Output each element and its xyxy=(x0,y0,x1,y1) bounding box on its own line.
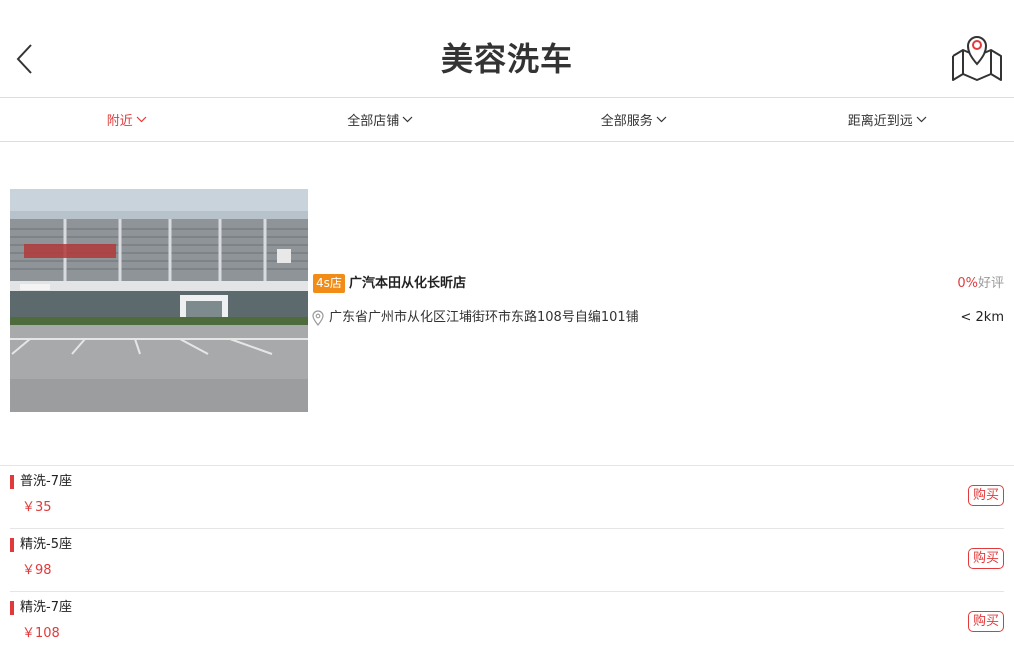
service-name: 精洗-5座 xyxy=(20,536,72,554)
chevron-down-icon xyxy=(402,116,413,123)
service-list: 普洗-7座 ￥35 购买 精洗-5座 ￥98 购买 精洗-7座 ￥108 购买 xyxy=(0,466,1014,654)
filter-all-services-label: 全部服务 xyxy=(601,110,653,129)
service-marker xyxy=(10,601,14,615)
service-price: ￥108 xyxy=(22,625,60,643)
buy-button[interactable]: 购买 xyxy=(968,548,1004,569)
service-name: 普洗-7座 xyxy=(20,473,72,491)
buy-button[interactable]: 购买 xyxy=(968,485,1004,506)
store-rating: 0%好评 xyxy=(957,274,1004,293)
filter-all-stores-label: 全部店铺 xyxy=(347,110,399,129)
map-location-icon xyxy=(949,28,1005,84)
filter-nearby-label: 附近 xyxy=(107,110,133,129)
store-name: 广汽本田从化长昕店 xyxy=(349,274,466,293)
header: 美容洗车 xyxy=(0,0,1014,98)
filter-bar: 附近 全部店铺 全部服务 距离近到远 xyxy=(0,98,1014,142)
store-type-badge: 4s店 xyxy=(313,274,345,293)
store-card[interactable]: 4s店 广汽本田从化长昕店 0%好评 广东省广州市从化区江埔街环市东路108号自… xyxy=(0,142,1014,466)
rating-label: 好评 xyxy=(978,276,1004,291)
chevron-down-icon xyxy=(656,116,667,123)
store-address: 广东省广州市从化区江埔街环市东路108号自编101铺 xyxy=(329,308,639,328)
location-pin-icon xyxy=(312,310,324,326)
service-item: 普洗-7座 ￥35 购买 xyxy=(10,466,1004,529)
service-item: 精洗-5座 ￥98 购买 xyxy=(10,529,1004,592)
rating-value: 0% xyxy=(957,276,978,291)
service-marker xyxy=(10,538,14,552)
filter-all-stores[interactable]: 全部店铺 xyxy=(254,98,508,141)
filter-distance-sort-label: 距离近到远 xyxy=(848,110,913,129)
service-marker xyxy=(10,475,14,489)
chevron-down-icon xyxy=(916,116,927,123)
filter-distance-sort[interactable]: 距离近到远 xyxy=(761,98,1014,141)
service-item: 精洗-7座 ￥108 购买 xyxy=(10,592,1004,654)
map-button[interactable] xyxy=(949,28,1005,84)
filter-nearby[interactable]: 附近 xyxy=(0,98,254,141)
store-photo xyxy=(10,189,308,412)
page-title: 美容洗车 xyxy=(0,34,1014,80)
service-price: ￥98 xyxy=(22,562,52,580)
buy-button[interactable]: 购买 xyxy=(968,611,1004,632)
service-name: 精洗-7座 xyxy=(20,599,72,617)
store-distance: < 2km xyxy=(961,308,1005,328)
chevron-down-icon xyxy=(136,116,147,123)
service-price: ￥35 xyxy=(22,499,52,517)
filter-all-services[interactable]: 全部服务 xyxy=(507,98,761,141)
